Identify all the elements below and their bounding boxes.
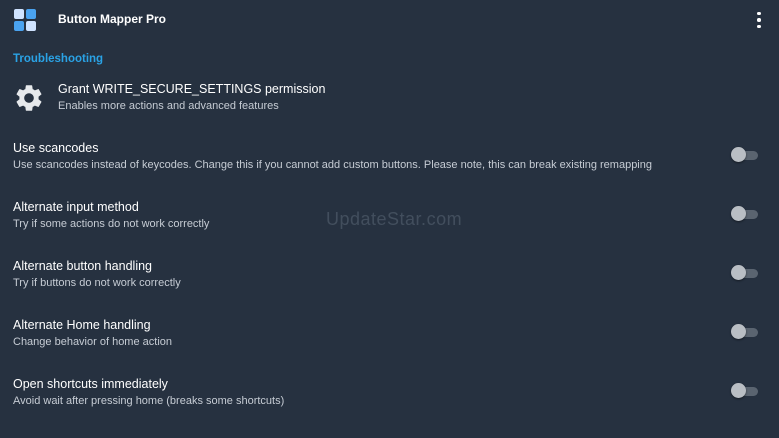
watermark: UpdateStar.com <box>326 209 463 229</box>
pref-alternate-button-handling[interactable]: Alternate button handling Try if buttons… <box>0 259 779 309</box>
app-title: Button Mapper Pro <box>58 12 166 26</box>
alternate-input-method-toggle[interactable] <box>731 206 758 222</box>
pref-title: Alternate Home handling <box>13 318 151 332</box>
permission-subtitle: Enables more actions and advanced featur… <box>58 100 279 112</box>
open-shortcuts-immediately-toggle[interactable] <box>731 383 758 399</box>
pref-subtitle: Avoid wait after pressing home (breaks s… <box>13 395 285 407</box>
use-scancodes-toggle[interactable] <box>731 147 758 163</box>
pref-subtitle: Try if some actions do not work correctl… <box>13 218 210 230</box>
permission-title: Grant WRITE_SECURE_SETTINGS permission <box>58 82 326 96</box>
pref-open-shortcuts-immediately[interactable]: Open shortcuts immediately Avoid wait af… <box>0 377 779 427</box>
pref-title: Alternate input method <box>13 200 139 214</box>
more-vert-icon[interactable] <box>752 10 766 30</box>
pref-alternate-home-handling[interactable]: Alternate Home handling Change behavior … <box>0 318 779 368</box>
pref-title: Alternate button handling <box>13 259 152 273</box>
section-header-troubleshooting: Troubleshooting <box>13 53 104 65</box>
pref-subtitle: Change behavior of home action <box>13 336 172 348</box>
app-bar: Button Mapper Pro <box>0 0 779 40</box>
pref-title: Use scancodes <box>13 141 99 155</box>
pref-use-scancodes[interactable]: Use scancodes Use scancodes instead of k… <box>0 141 779 191</box>
gear-icon <box>16 85 42 111</box>
alternate-button-handling-toggle[interactable] <box>731 265 758 281</box>
app-grid-icon <box>14 9 36 31</box>
pref-subtitle: Use scancodes instead of keycodes. Chang… <box>13 159 652 171</box>
pref-subtitle: Try if buttons do not work correctly <box>13 277 181 289</box>
grant-permission-item[interactable]: Grant WRITE_SECURE_SETTINGS permission E… <box>0 76 779 120</box>
alternate-home-handling-toggle[interactable] <box>731 324 758 340</box>
pref-title: Open shortcuts immediately <box>13 377 168 391</box>
